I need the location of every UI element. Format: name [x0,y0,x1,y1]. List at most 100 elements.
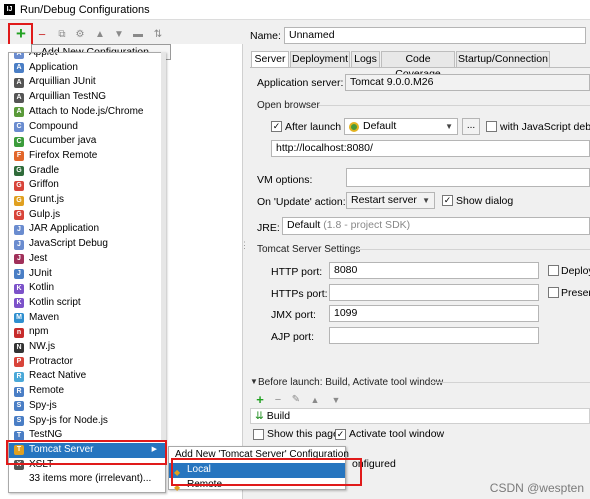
protractor-icon: P [14,357,24,368]
open-browser-separator [318,105,590,106]
edit-defaults-button[interactable]: ⚙ [74,27,86,43]
tab-deployment[interactable]: Deployment [290,51,350,68]
before-launch-list[interactable]: ⇊ Build [250,408,590,424]
app-server-select[interactable]: Tomcat 9.0.0.M26 [345,74,590,91]
sort-icon[interactable]: ⇅ [152,27,164,43]
menu-item-firefox-remote[interactable]: F Firefox Remote [9,149,165,164]
on-update-select[interactable]: Restart server ▼ [346,192,435,209]
menu-item-attach-to-node-js-chrome[interactable]: A Attach to Node.js/Chrome [9,105,165,120]
add-configuration-menu[interactable]: A Applet A Application A Arquillian JUnit A Arq… [8,52,166,493]
menu-item-application[interactable]: A Application [9,61,165,76]
menu-item-react-native[interactable]: R React Native [9,369,165,384]
menu-item-label: Arquillian JUnit [29,76,96,88]
splitter-handle[interactable]: ⋮ [240,240,249,254]
preserve-label: Preserve [561,287,590,299]
add-configuration-button[interactable]: + [10,25,32,45]
menu-item-spy-js-for-node-js[interactable]: S Spy-js for Node.js [9,414,165,429]
vm-options-input[interactable] [346,168,590,187]
js-debugger-checkbox[interactable] [486,121,497,132]
menu-item-label: Kotlin script [29,296,81,308]
remove-task-button[interactable]: − [272,393,284,407]
build-task-item[interactable]: Build [267,410,290,422]
browse-browser-button[interactable]: ... [462,118,480,135]
menu-item-cucumber-java[interactable]: C Cucumber java [9,134,165,149]
menu-item-gradle[interactable]: G Gradle [9,164,165,179]
move-task-down-button[interactable]: ▼ [330,393,342,407]
arquillian-icon: A [14,92,24,103]
after-launch-checkbox[interactable]: ✓ [271,121,282,132]
menu-item-label: TestNG [29,429,63,441]
menu-item-label: 33 items more (irrelevant)... [29,473,152,485]
menu-item-maven[interactable]: M Maven [9,311,165,326]
chrome-icon [349,122,359,132]
menu-item-compound[interactable]: C Compound [9,120,165,135]
move-up-button[interactable]: ▲ [94,27,106,43]
menu-item-junit[interactable]: J JUnit [9,267,165,282]
menu-item-applet[interactable]: A Applet [9,53,165,61]
grunt-icon: G [14,195,24,206]
menu-item-kotlin-script[interactable]: K Kotlin script [9,296,165,311]
menu-item-jest[interactable]: J Jest [9,252,165,267]
menu-item-spy-js[interactable]: S Spy-js [9,399,165,414]
http-port-input[interactable]: 8080 [329,262,539,279]
jre-label: JRE: [257,222,280,234]
tab-code-coverage[interactable]: Code Coverage [381,51,455,80]
deploy-checkbox[interactable] [548,265,559,276]
collapse-triangle-icon[interactable]: ▼ [250,377,258,386]
jre-hint: (1.8 - project SDK) [323,219,411,231]
menu-item-npm[interactable]: n npm [9,325,165,340]
show-dialog-checkbox[interactable]: ✓ [442,195,453,206]
move-task-up-button[interactable]: ▲ [309,393,321,407]
menu-item-xslt[interactable]: X XSLT [9,458,165,473]
not-configured-text: onfigured [352,458,396,470]
menu-item-protractor[interactable]: P Protractor [9,355,165,370]
menu-item-javascript-debug[interactable]: J JavaScript Debug [9,237,165,252]
menu-item-label: NW.js [29,341,56,352]
tab-logs[interactable]: Logs [351,51,380,68]
menu-item-grunt-js[interactable]: G Grunt.js [9,193,165,208]
menu-item-nw-js[interactable]: N NW.js [9,340,165,355]
app-server-value: Tomcat 9.0.0.M26 [350,76,434,88]
copy-configuration-button[interactable]: ⧉ [56,27,68,43]
https-port-input[interactable] [329,284,539,301]
submenu-item-local[interactable]: ◆ Local [169,463,345,478]
tab-startup-connection[interactable]: Startup/Connection [456,51,550,68]
menu-item-arquillian-testng[interactable]: A Arquillian TestNG [9,90,165,105]
tab-server[interactable]: Server [251,51,289,68]
jmx-port-input[interactable]: 1099 [329,305,539,322]
app-server-label: Application server: [257,77,344,89]
folder-icon[interactable]: ▬ [132,27,144,43]
applet-icon: A [14,53,24,59]
remove-configuration-button[interactable]: − [36,27,48,43]
show-page-checkbox[interactable] [253,429,264,440]
move-down-button[interactable]: ▼ [113,27,125,43]
tomcat-server-submenu[interactable]: Add New 'Tomcat Server' Configuration ◆ … [168,446,349,493]
jre-input[interactable]: Default (1.8 - project SDK) [282,217,590,235]
javascript-icon: J [14,239,24,250]
browser-url-input[interactable]: http://localhost:8080/ [271,140,590,157]
ajp-port-input[interactable] [329,327,539,344]
show-page-label: Show this page [267,428,339,440]
preserve-checkbox[interactable] [548,287,559,298]
menu-item-remote[interactable]: R Remote [9,384,165,399]
menu-item-label: Protractor [29,355,73,367]
browser-select[interactable]: Default ▼ [344,118,458,135]
activate-tool-window-checkbox[interactable]: ✓ [335,429,346,440]
name-input[interactable]: Unnamed [284,27,586,44]
menu-item-gulp-js[interactable]: G Gulp.js [9,208,165,223]
menu-item-label: Cucumber java [29,135,97,147]
menu-item-tomcat-server[interactable]: T Tomcat Server ▶ [9,442,165,458]
menu-scrollbar[interactable] [161,52,166,442]
menu-item-arquillian-junit[interactable]: A Arquillian JUnit [9,75,165,90]
menu-item-testng[interactable]: T TestNG [9,428,165,443]
firefox-icon: F [14,151,24,162]
submenu-item-remote[interactable]: ◆ Remote [169,478,345,493]
name-label: Name: [250,30,281,42]
add-task-button[interactable]: + [254,393,266,407]
spyjs-icon: S [14,401,24,412]
menu-item-jar-application[interactable]: J JAR Application [9,222,165,237]
menu-item-kotlin[interactable]: K Kotlin [9,281,165,296]
menu-item-33-items-more-irrelevant[interactable]: 33 items more (irrelevant)... [9,472,165,487]
edit-task-button[interactable]: ✎ [290,393,302,407]
menu-item-griffon[interactable]: G Griffon [9,178,165,193]
